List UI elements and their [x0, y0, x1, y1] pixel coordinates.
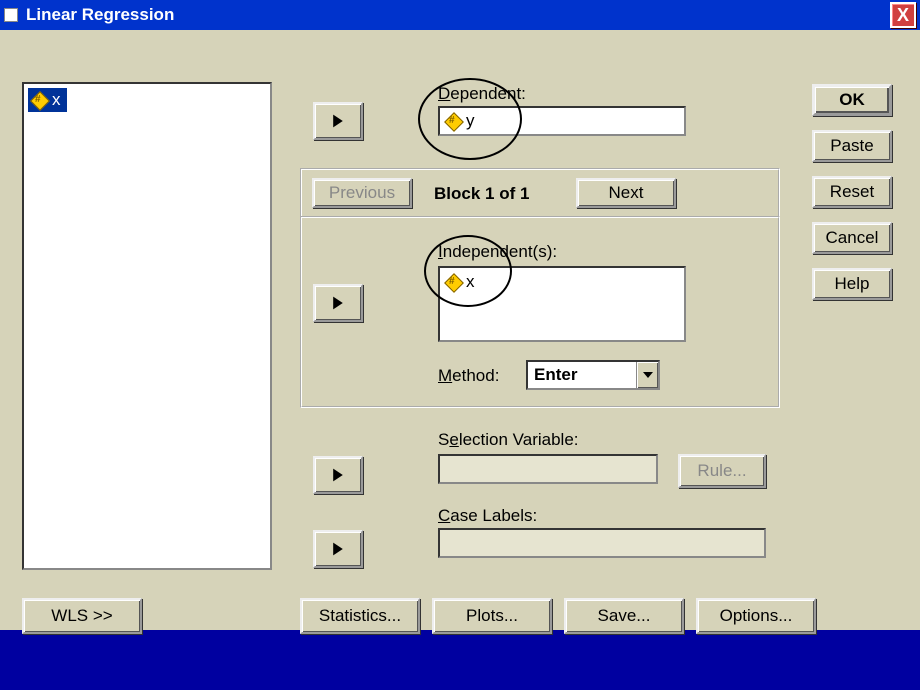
save-button[interactable]: Save...: [564, 598, 684, 634]
selection-variable-label: Selection Variable:: [438, 430, 579, 450]
scale-icon: [30, 91, 48, 109]
rule-button[interactable]: Rule...: [678, 454, 766, 488]
paste-button[interactable]: Paste: [812, 130, 892, 162]
method-value: Enter: [528, 365, 636, 385]
case-labels-label: Case Labels:: [438, 506, 537, 526]
move-to-selection-button[interactable]: [313, 456, 363, 494]
right-arrow-icon: [330, 467, 346, 483]
selection-variable-field[interactable]: [438, 454, 658, 484]
window-title: Linear Regression: [26, 5, 174, 25]
list-item[interactable]: x: [28, 88, 67, 112]
method-dropdown[interactable]: Enter: [526, 360, 660, 390]
previous-button[interactable]: Previous: [312, 178, 412, 208]
options-button[interactable]: Options...: [696, 598, 816, 634]
scale-icon: [444, 112, 462, 130]
right-arrow-icon: [330, 541, 346, 557]
variable-listbox[interactable]: x: [22, 82, 272, 570]
list-item-label: x: [52, 90, 61, 110]
dependent-label: Dependent:: [438, 84, 526, 104]
case-labels-field[interactable]: [438, 528, 766, 558]
dependent-field[interactable]: y: [438, 106, 686, 136]
app-icon: [4, 8, 18, 22]
independent-value: x: [466, 272, 475, 292]
method-label: Method:: [438, 366, 499, 386]
right-arrow-icon: [330, 295, 346, 311]
chevron-down-icon: [643, 372, 653, 378]
dependent-value: y: [466, 111, 475, 131]
next-button[interactable]: Next: [576, 178, 676, 208]
independent-label: Independent(s):: [438, 242, 557, 262]
move-to-dependent-button[interactable]: [313, 102, 363, 140]
scale-icon: [444, 273, 462, 291]
dialog-body: x OK Paste Reset Cancel Help Dependent: …: [0, 30, 920, 630]
right-arrow-icon: [330, 113, 346, 129]
block-label: Block 1 of 1: [434, 184, 529, 204]
move-to-caselabels-button[interactable]: [313, 530, 363, 568]
title-bar: Linear Regression X: [0, 0, 920, 30]
list-item[interactable]: x: [440, 268, 684, 296]
close-button[interactable]: X: [890, 2, 916, 28]
help-button[interactable]: Help: [812, 268, 892, 300]
plots-button[interactable]: Plots...: [432, 598, 552, 634]
dropdown-arrow-button[interactable]: [636, 362, 658, 388]
move-to-independent-button[interactable]: [313, 284, 363, 322]
wls-button[interactable]: WLS >>: [22, 598, 142, 634]
cancel-button[interactable]: Cancel: [812, 222, 892, 254]
independent-listbox[interactable]: x: [438, 266, 686, 342]
reset-button[interactable]: Reset: [812, 176, 892, 208]
window: Linear Regression X x OK Paste Reset Can…: [0, 0, 920, 630]
statistics-button[interactable]: Statistics...: [300, 598, 420, 634]
ok-button[interactable]: OK: [812, 84, 892, 116]
